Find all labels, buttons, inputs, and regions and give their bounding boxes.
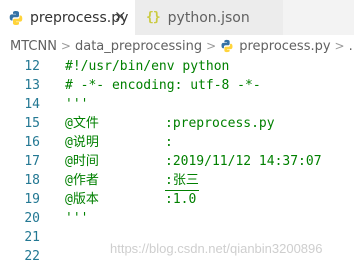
code-line: 14 ''' xyxy=(0,95,354,114)
line-number: 15 xyxy=(24,116,40,131)
code-editor[interactable]: 12 #!/usr/bin/env python 13 # -*- encodi… xyxy=(0,57,354,265)
tab-preprocess-py[interactable]: preprocess.py × xyxy=(0,0,135,35)
docstring-value: :张三 xyxy=(165,171,199,191)
docstring-key: @作者 xyxy=(65,173,99,188)
code-line: 15 @文件 :preprocess.py xyxy=(0,114,354,133)
chevron-right-icon: > xyxy=(206,39,217,53)
docstring-key: @文件 xyxy=(65,116,99,131)
docstring-key: @说明 xyxy=(65,135,99,150)
tab-bar: preprocess.py × {} python.json xyxy=(0,0,354,35)
code-line: 19 @版本 :1.0 xyxy=(0,190,354,209)
watermark: https://blog.csdn.net/qianbin3200896 xyxy=(110,241,323,256)
code-text: ''' xyxy=(65,211,89,226)
line-number: 12 xyxy=(24,59,40,74)
tab-label: python.json xyxy=(167,9,250,26)
breadcrumb-item-data-preprocessing[interactable]: data_preprocessing xyxy=(75,39,202,54)
code-line: 17 @时间 :2019/11/12 14:37:07 xyxy=(0,152,354,171)
code-text: # -*- encoding: utf-8 -*- xyxy=(65,78,261,93)
code-text: @文件 :preprocess.py xyxy=(65,114,275,133)
line-number: 18 xyxy=(24,173,40,188)
breadcrumb-item-file[interactable]: preprocess.py xyxy=(220,38,331,54)
docstring-key: @时间 xyxy=(65,154,99,169)
breadcrumb: MTCNN > data_preprocessing > preprocess.… xyxy=(0,35,354,57)
docstring-value: :preprocess.py xyxy=(165,116,275,131)
line-number: 20 xyxy=(24,211,40,226)
line-number: 13 xyxy=(24,78,40,93)
code-line: 13 # -*- encoding: utf-8 -*- xyxy=(0,76,354,95)
docstring-value: : xyxy=(165,135,173,150)
python-icon xyxy=(221,39,233,53)
breadcrumb-file-label: preprocess.py xyxy=(239,38,331,54)
code-text: @时间 :2019/11/12 14:37:07 xyxy=(65,152,322,171)
code-text: ''' xyxy=(65,97,89,112)
line-number: 14 xyxy=(24,97,40,112)
docstring-key: @版本 xyxy=(65,192,99,207)
line-number: 21 xyxy=(24,230,40,245)
line-number: 16 xyxy=(24,135,40,150)
docstring-value: :2019/11/12 14:37:07 xyxy=(165,154,322,169)
line-number: 19 xyxy=(24,192,40,207)
code-text: @说明: xyxy=(65,133,173,152)
code-line: 18 @作者 :张三 xyxy=(0,171,354,191)
code-text: @作者 :张三 xyxy=(65,171,199,191)
python-icon xyxy=(9,10,23,25)
code-line: 20 ''' xyxy=(0,209,354,228)
tab-python-json[interactable]: {} python.json xyxy=(135,0,283,35)
close-icon[interactable]: × xyxy=(114,9,127,24)
code-text: #!/usr/bin/env python xyxy=(65,59,230,74)
code-line: 12 #!/usr/bin/env python xyxy=(0,57,354,76)
chevron-right-icon: > xyxy=(60,39,71,53)
json-braces-icon: {} xyxy=(146,10,161,25)
breadcrumb-item-mtcnn[interactable]: MTCNN xyxy=(10,39,57,54)
chevron-right-icon: > xyxy=(334,39,345,53)
code-text: @版本 :1.0 xyxy=(65,190,196,209)
line-number: 22 xyxy=(24,249,40,264)
docstring-value: :1.0 xyxy=(165,192,197,207)
breadcrumb-item-more[interactable]: ... xyxy=(349,39,354,54)
code-line: 16 @说明: xyxy=(0,133,354,152)
line-number: 17 xyxy=(24,154,40,169)
